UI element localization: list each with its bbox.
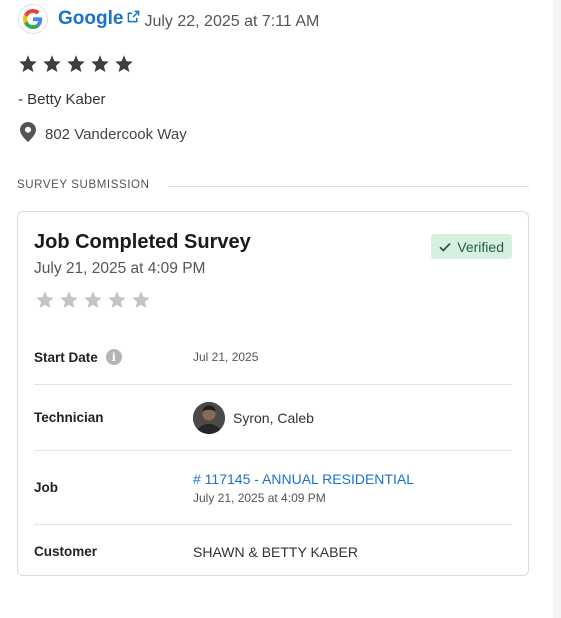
review-location: 802 Vandercook Way [20,122,187,147]
review-rating [18,54,134,74]
google-source-link[interactable]: Google [58,8,123,30]
star-empty-icon [36,291,54,309]
review-date: July 22, 2025 at 7:11 AM [144,13,320,30]
star-empty-icon [84,291,102,309]
start-date-label-wrap: Start Date i [34,349,193,365]
survey-title: Job Completed Survey [34,231,251,253]
customer-row: Customer SHAWN & BETTY KABER [34,525,512,578]
technician-row: Technician Syron, Caleb [34,385,512,451]
survey-details: Start Date i Jul 21, 2025 Technician Syr… [34,330,512,578]
external-link-icon[interactable] [127,10,140,23]
location-text: 802 Vandercook Way [45,126,187,143]
technician-value: Syron, Caleb [193,401,314,434]
customer-value: SHAWN & BETTY KABER [193,543,358,560]
customer-label: Customer [34,544,98,559]
verified-badge: Verified [431,234,512,259]
technician-label: Technician [34,410,104,425]
star-empty-icon [108,291,126,309]
star-filled-icon [43,55,61,73]
google-logo-icon [18,4,48,34]
section-divider [168,186,529,187]
job-label: Job [34,480,59,495]
check-icon [439,239,451,255]
job-row: Job # 117145 - ANNUAL RESIDENTIAL July 2… [34,451,512,525]
section-heading: SURVEY SUBMISSION [17,179,150,191]
survey-card: Job Completed Survey July 21, 2025 at 4:… [17,211,529,576]
scrollbar-track[interactable] [553,0,561,618]
job-date: July 21, 2025 at 4:09 PM [193,490,326,505]
reviewer-name: - Betty Kaber [18,91,106,108]
star-filled-icon [115,55,133,73]
job-value: # 117145 - ANNUAL RESIDENTIAL July 21, 2… [193,471,414,505]
star-empty-icon [132,291,150,309]
technician-name: Syron, Caleb [233,409,314,426]
star-filled-icon [67,55,85,73]
star-filled-icon [91,55,109,73]
job-link[interactable]: # 117145 - ANNUAL RESIDENTIAL [193,471,414,487]
info-icon[interactable]: i [105,349,122,365]
survey-rating [35,290,151,310]
start-date-label: Start Date [34,349,98,365]
start-date-row: Start Date i Jul 21, 2025 [34,330,512,385]
survey-date: July 21, 2025 at 4:09 PM [34,260,206,277]
star-empty-icon [60,291,78,309]
review-header: Google July 22, 2025 at 7:11 AM [18,4,319,34]
star-filled-icon [19,55,37,73]
technician-avatar[interactable] [193,401,225,434]
verified-label: Verified [457,238,504,255]
start-date-value: Jul 21, 2025 [193,350,259,364]
map-pin-icon [20,122,36,147]
